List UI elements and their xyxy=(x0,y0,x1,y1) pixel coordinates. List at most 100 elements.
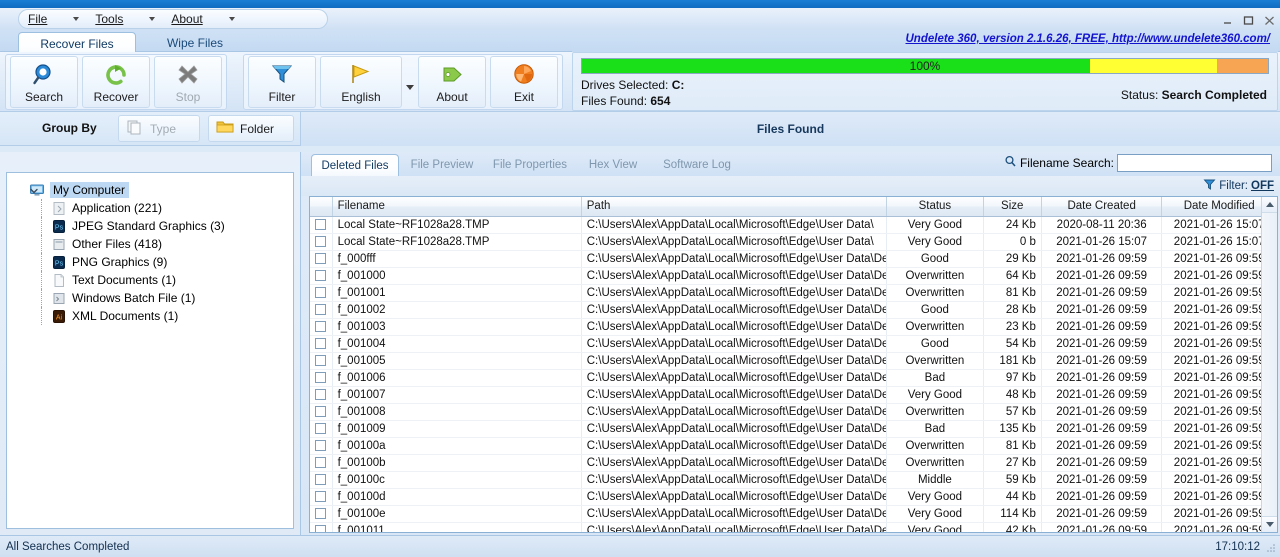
row-checkbox-cell[interactable] xyxy=(310,386,333,404)
menu-file[interactable]: File xyxy=(18,9,85,29)
checkbox-icon[interactable] xyxy=(315,473,327,485)
exit-button[interactable]: Exit xyxy=(490,56,558,108)
filter-button[interactable]: Filter xyxy=(248,56,316,108)
row-checkbox-cell[interactable] xyxy=(310,284,333,302)
row-checkbox-cell[interactable] xyxy=(310,420,333,438)
chevron-down-icon[interactable] xyxy=(73,17,80,21)
group-tree[interactable]: My Computer Application (221) Ps JPEG St… xyxy=(6,172,294,529)
minimize-icon[interactable] xyxy=(1221,14,1234,27)
files-grid[interactable]: Filename Path Status Size Date Created D… xyxy=(309,196,1278,533)
resize-grip-icon[interactable] xyxy=(1265,542,1277,554)
table-row[interactable]: f_001003 C:\Users\Alex\AppData\Local\Micr… xyxy=(310,318,1277,336)
checkbox-icon[interactable] xyxy=(315,354,327,366)
tab-recover-files[interactable]: Recover Files xyxy=(18,32,136,54)
close-icon[interactable] xyxy=(1263,14,1276,27)
scroll-down-button[interactable] xyxy=(1262,516,1277,532)
table-row[interactable]: f_001008 C:\Users\Alex\AppData\Local\Micr… xyxy=(310,403,1277,421)
table-row[interactable]: f_001004 C:\Users\Alex\AppData\Local\Micr… xyxy=(310,335,1277,353)
row-checkbox-cell[interactable] xyxy=(310,233,333,251)
column-header-date-modified[interactable]: Date Modified xyxy=(1161,197,1277,217)
tree-node-other-files[interactable]: Other Files (418) xyxy=(11,235,289,253)
maximize-icon[interactable] xyxy=(1242,14,1255,27)
tree-node-text-documents[interactable]: Text Documents (1) xyxy=(11,271,289,289)
column-header-size[interactable]: Size xyxy=(983,197,1042,217)
checkbox-icon[interactable] xyxy=(315,524,327,532)
checkbox-icon[interactable] xyxy=(315,235,327,247)
checkbox-icon[interactable] xyxy=(315,371,327,383)
row-checkbox-cell[interactable] xyxy=(310,335,333,353)
tree-node-windows-batch-file[interactable]: Windows Batch File (1) xyxy=(11,289,289,307)
row-checkbox-cell[interactable] xyxy=(310,318,333,336)
checkbox-icon[interactable] xyxy=(315,422,327,434)
menu-about[interactable]: About xyxy=(161,9,240,29)
table-row[interactable]: f_001009 C:\Users\Alex\AppData\Local\Micr… xyxy=(310,420,1277,438)
row-checkbox-cell[interactable] xyxy=(310,267,333,285)
search-input[interactable] xyxy=(1117,154,1272,172)
language-button[interactable]: English xyxy=(320,56,402,108)
row-checkbox-cell[interactable] xyxy=(310,454,333,472)
table-row[interactable]: f_001005 C:\Users\Alex\AppData\Local\Micr… xyxy=(310,352,1277,370)
tab-software-log[interactable]: Software Log xyxy=(651,154,743,176)
search-button[interactable]: Search xyxy=(10,56,78,108)
chevron-down-icon[interactable] xyxy=(149,17,156,21)
column-header-filename[interactable]: Filename xyxy=(332,197,582,217)
filter-state[interactable]: OFF xyxy=(1251,180,1274,192)
row-checkbox-cell[interactable] xyxy=(310,437,333,455)
tab-hex-view[interactable]: Hex View xyxy=(579,154,647,176)
column-header-date-created[interactable]: Date Created xyxy=(1041,197,1163,217)
row-checkbox-cell[interactable] xyxy=(310,471,333,489)
table-row[interactable]: f_00100a C:\Users\Alex\AppData\Local\Micr… xyxy=(310,437,1277,455)
checkbox-icon[interactable] xyxy=(315,286,327,298)
row-checkbox-cell[interactable] xyxy=(310,488,333,506)
stop-button[interactable]: Stop xyxy=(154,56,222,108)
row-checkbox-cell[interactable] xyxy=(310,352,333,370)
chevron-down-icon[interactable] xyxy=(29,185,39,195)
group-by-folder-button[interactable]: Folder xyxy=(208,115,294,142)
grid-vertical-scrollbar[interactable] xyxy=(1261,197,1277,532)
recover-button[interactable]: Recover xyxy=(82,56,150,108)
table-row[interactable]: f_00100b C:\Users\Alex\AppData\Local\Micr… xyxy=(310,454,1277,472)
checkbox-icon[interactable] xyxy=(315,405,327,417)
checkbox-icon[interactable] xyxy=(315,388,327,400)
chevron-down-icon[interactable] xyxy=(228,17,235,21)
checkbox-icon[interactable] xyxy=(315,439,327,451)
tab-file-preview[interactable]: File Preview xyxy=(401,154,483,176)
row-checkbox-cell[interactable] xyxy=(310,250,333,268)
column-header-status[interactable]: Status xyxy=(886,197,984,217)
table-row[interactable]: f_000fff C:\Users\Alex\AppData\Local\Micr… xyxy=(310,250,1277,268)
column-header-path[interactable]: Path xyxy=(581,197,888,217)
checkbox-icon[interactable] xyxy=(315,320,327,332)
tab-deleted-files[interactable]: Deleted Files xyxy=(311,154,399,176)
tab-file-properties[interactable]: File Properties xyxy=(485,154,575,176)
column-header-select[interactable] xyxy=(310,197,333,217)
row-checkbox-cell[interactable] xyxy=(310,403,333,421)
table-row[interactable]: Local State~RF1028a28.TMP C:\Users\Alex\A… xyxy=(310,216,1277,234)
tree-node-jpeg-standard-graphics[interactable]: Ps JPEG Standard Graphics (3) xyxy=(11,217,289,235)
checkbox-icon[interactable] xyxy=(315,269,327,281)
tree-node-png-graphics[interactable]: Ps PNG Graphics (9) xyxy=(11,253,289,271)
table-row[interactable]: f_00100d C:\Users\Alex\AppData\Local\Micr… xyxy=(310,488,1277,506)
table-row[interactable]: Local State~RF1028a28.TMP C:\Users\Alex\A… xyxy=(310,233,1277,251)
table-row[interactable]: f_001007 C:\Users\Alex\AppData\Local\Micr… xyxy=(310,386,1277,404)
tree-node-application[interactable]: Application (221) xyxy=(11,199,289,217)
chevron-down-icon[interactable] xyxy=(406,84,414,90)
checkbox-icon[interactable] xyxy=(315,337,327,349)
row-checkbox-cell[interactable] xyxy=(310,216,333,234)
table-row[interactable]: f_001006 C:\Users\Alex\AppData\Local\Micr… xyxy=(310,369,1277,387)
language-selector[interactable]: English xyxy=(318,56,416,108)
table-row[interactable]: f_001011 C:\Users\Alex\AppData\Local\Micr… xyxy=(310,522,1277,532)
row-checkbox-cell[interactable] xyxy=(310,369,333,387)
checkbox-icon[interactable] xyxy=(315,490,327,502)
tree-node-xml-documents[interactable]: Ai XML Documents (1) xyxy=(11,307,289,325)
row-checkbox-cell[interactable] xyxy=(310,301,333,319)
table-row[interactable]: f_001000 C:\Users\Alex\AppData\Local\Micr… xyxy=(310,267,1277,285)
table-row[interactable]: f_001002 C:\Users\Alex\AppData\Local\Micr… xyxy=(310,301,1277,319)
table-row[interactable]: f_001001 C:\Users\Alex\AppData\Local\Micr… xyxy=(310,284,1277,302)
row-checkbox-cell[interactable] xyxy=(310,505,333,523)
product-link[interactable]: Undelete 360, version 2.1.6.26, FREE, ht… xyxy=(906,33,1271,45)
tab-wipe-files[interactable]: Wipe Files xyxy=(140,32,250,53)
checkbox-icon[interactable] xyxy=(315,303,327,315)
table-row[interactable]: f_00100e C:\Users\Alex\AppData\Local\Micr… xyxy=(310,505,1277,523)
menu-tools[interactable]: Tools xyxy=(85,9,161,29)
about-button[interactable]: About xyxy=(418,56,486,108)
